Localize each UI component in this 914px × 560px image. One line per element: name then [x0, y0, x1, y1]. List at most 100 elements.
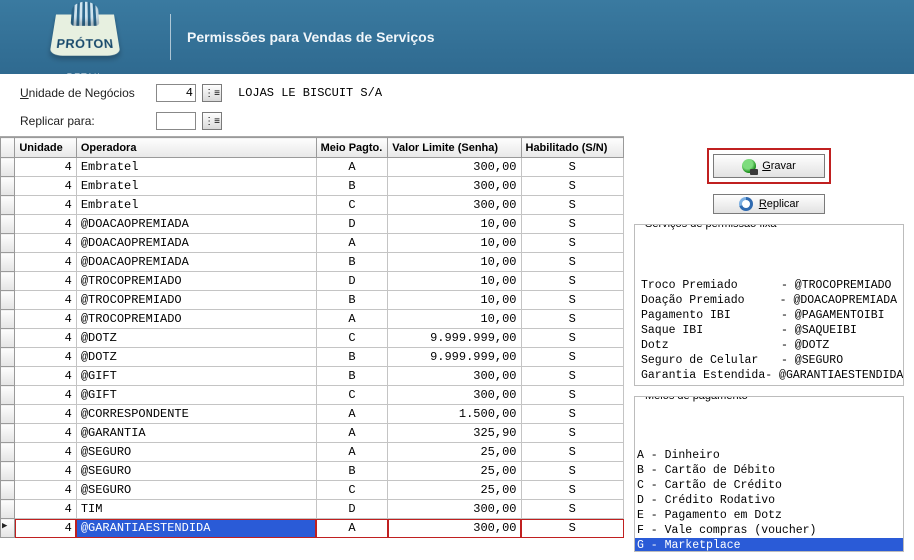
col-habilitado[interactable]: Habilitado (S/N): [521, 138, 624, 158]
row-header[interactable]: [1, 500, 15, 519]
cell-valor-limite[interactable]: 1.500,00: [388, 405, 521, 424]
cell-meio-pagto[interactable]: A: [316, 310, 388, 329]
cell-unidade[interactable]: 4: [15, 367, 76, 386]
cell-valor-limite[interactable]: 10,00: [388, 253, 521, 272]
cell-valor-limite[interactable]: 10,00: [388, 291, 521, 310]
cell-habilitado[interactable]: S: [521, 158, 624, 177]
table-row[interactable]: 4@DOTZC9.999.999,00S: [1, 329, 624, 348]
cell-meio-pagto[interactable]: B: [316, 462, 388, 481]
row-header[interactable]: [1, 519, 15, 538]
cell-unidade[interactable]: 4: [15, 158, 76, 177]
replicate-picker-button[interactable]: ⋮≡: [202, 112, 222, 130]
unit-input[interactable]: [156, 84, 196, 102]
cell-habilitado[interactable]: S: [521, 310, 624, 329]
cell-meio-pagto[interactable]: D: [316, 215, 388, 234]
cell-meio-pagto[interactable]: B: [316, 177, 388, 196]
cell-operadora[interactable]: Embratel: [76, 196, 316, 215]
cell-unidade[interactable]: 4: [15, 443, 76, 462]
cell-meio-pagto[interactable]: D: [316, 272, 388, 291]
cell-meio-pagto[interactable]: B: [316, 367, 388, 386]
row-header[interactable]: [1, 386, 15, 405]
table-row[interactable]: 4EmbratelA300,00S: [1, 158, 624, 177]
cell-meio-pagto[interactable]: A: [316, 519, 388, 538]
cell-operadora[interactable]: @DOTZ: [76, 329, 316, 348]
cell-unidade[interactable]: 4: [15, 386, 76, 405]
table-row[interactable]: 4@GARANTIAESTENDIDAA300,00S: [1, 519, 624, 538]
cell-unidade[interactable]: 4: [15, 424, 76, 443]
cell-unidade[interactable]: 4: [15, 462, 76, 481]
payment-method-item[interactable]: C - Cartão de Crédito: [635, 478, 903, 493]
cell-habilitado[interactable]: S: [521, 177, 624, 196]
cell-habilitado[interactable]: S: [521, 196, 624, 215]
cell-habilitado[interactable]: S: [521, 500, 624, 519]
cell-habilitado[interactable]: S: [521, 386, 624, 405]
cell-meio-pagto[interactable]: C: [316, 386, 388, 405]
cell-valor-limite[interactable]: 300,00: [388, 386, 521, 405]
table-row[interactable]: 4@GIFTC300,00S: [1, 386, 624, 405]
cell-operadora[interactable]: @TROCOPREMIADO: [76, 291, 316, 310]
table-row[interactable]: 4EmbratelB300,00S: [1, 177, 624, 196]
row-header[interactable]: [1, 462, 15, 481]
cell-valor-limite[interactable]: 325,90: [388, 424, 521, 443]
payment-method-item[interactable]: D - Crédito Rodativo: [635, 493, 903, 508]
cell-habilitado[interactable]: S: [521, 405, 624, 424]
cell-operadora[interactable]: @TROCOPREMIADO: [76, 272, 316, 291]
cell-habilitado[interactable]: S: [521, 329, 624, 348]
cell-valor-limite[interactable]: 25,00: [388, 481, 521, 500]
cell-meio-pagto[interactable]: D: [316, 500, 388, 519]
cell-unidade[interactable]: 4: [15, 519, 76, 538]
cell-meio-pagto[interactable]: A: [316, 443, 388, 462]
cell-habilitado[interactable]: S: [521, 234, 624, 253]
row-header[interactable]: [1, 443, 15, 462]
replicate-button[interactable]: Replicar: [713, 194, 825, 214]
cell-unidade[interactable]: 4: [15, 234, 76, 253]
row-header[interactable]: [1, 215, 15, 234]
payment-method-item[interactable]: E - Pagamento em Dotz: [635, 508, 903, 523]
payment-method-item[interactable]: F - Vale compras (voucher): [635, 523, 903, 538]
cell-unidade[interactable]: 4: [15, 348, 76, 367]
table-row[interactable]: 4@SEGUROB25,00S: [1, 462, 624, 481]
cell-meio-pagto[interactable]: C: [316, 481, 388, 500]
table-row[interactable]: 4@DOTZB9.999.999,00S: [1, 348, 624, 367]
row-header[interactable]: [1, 367, 15, 386]
row-header[interactable]: [1, 196, 15, 215]
cell-valor-limite[interactable]: 300,00: [388, 500, 521, 519]
cell-operadora[interactable]: @GIFT: [76, 386, 316, 405]
table-row[interactable]: 4@DOACAOPREMIADAD10,00S: [1, 215, 624, 234]
cell-operadora[interactable]: TIM: [76, 500, 316, 519]
cell-unidade[interactable]: 4: [15, 405, 76, 424]
cell-operadora[interactable]: Embratel: [76, 177, 316, 196]
cell-operadora[interactable]: @TROCOPREMIADO: [76, 310, 316, 329]
cell-valor-limite[interactable]: 25,00: [388, 462, 521, 481]
cell-valor-limite[interactable]: 9.999.999,00: [388, 329, 521, 348]
replicate-input[interactable]: [156, 112, 196, 130]
cell-operadora[interactable]: @CORRESPONDENTE: [76, 405, 316, 424]
row-header[interactable]: [1, 481, 15, 500]
cell-habilitado[interactable]: S: [521, 348, 624, 367]
cell-habilitado[interactable]: S: [521, 272, 624, 291]
cell-habilitado[interactable]: S: [521, 253, 624, 272]
cell-valor-limite[interactable]: 25,00: [388, 443, 521, 462]
row-header[interactable]: [1, 253, 15, 272]
cell-valor-limite[interactable]: 10,00: [388, 234, 521, 253]
payment-method-item[interactable]: B - Cartão de Débito: [635, 463, 903, 478]
table-row[interactable]: 4@SEGUROC25,00S: [1, 481, 624, 500]
cell-unidade[interactable]: 4: [15, 253, 76, 272]
table-row[interactable]: 4@TROCOPREMIADOB10,00S: [1, 291, 624, 310]
table-row[interactable]: 4EmbratelC300,00S: [1, 196, 624, 215]
cell-operadora[interactable]: @DOTZ: [76, 348, 316, 367]
row-header[interactable]: [1, 272, 15, 291]
cell-habilitado[interactable]: S: [521, 481, 624, 500]
table-row[interactable]: 4@GIFTB300,00S: [1, 367, 624, 386]
row-header[interactable]: [1, 348, 15, 367]
row-header[interactable]: [1, 329, 15, 348]
cell-meio-pagto[interactable]: C: [316, 329, 388, 348]
table-row[interactable]: 4TIMD300,00S: [1, 500, 624, 519]
col-unidade[interactable]: Unidade: [15, 138, 76, 158]
cell-meio-pagto[interactable]: A: [316, 405, 388, 424]
table-row[interactable]: 4@DOACAOPREMIADAA10,00S: [1, 234, 624, 253]
cell-valor-limite[interactable]: 10,00: [388, 215, 521, 234]
cell-operadora[interactable]: @GIFT: [76, 367, 316, 386]
cell-meio-pagto[interactable]: A: [316, 424, 388, 443]
cell-operadora[interactable]: @GARANTIA: [76, 424, 316, 443]
